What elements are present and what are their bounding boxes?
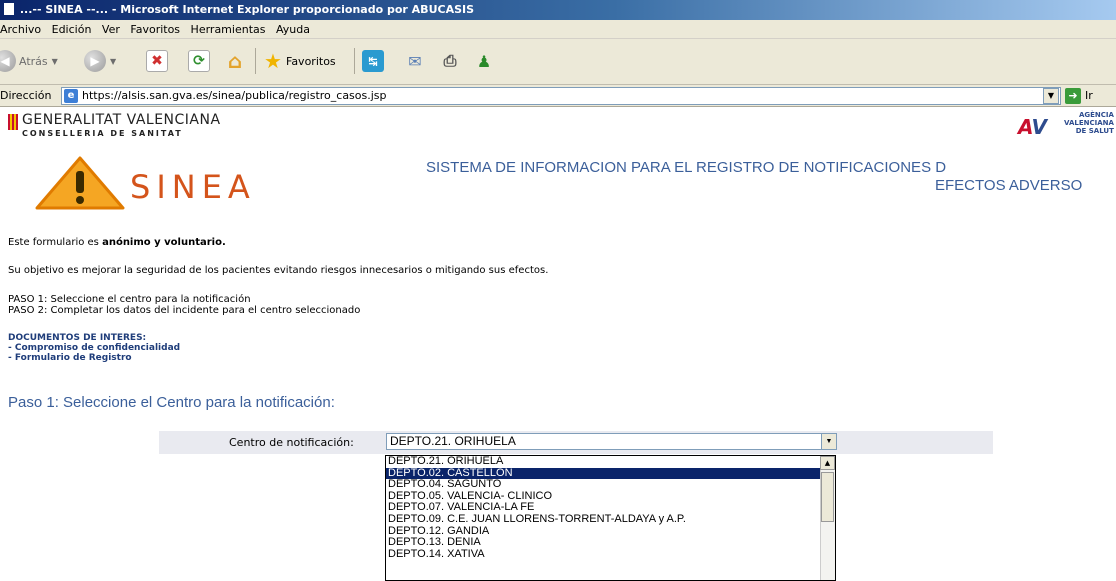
- scrollbar-thumb[interactable]: [821, 472, 834, 522]
- link-formulario-registro[interactable]: - Formulario de Registro: [8, 353, 132, 363]
- stop-button[interactable]: ✖: [146, 48, 168, 74]
- avs-line1: AGÈNCIA: [1078, 111, 1114, 119]
- mail-icon: ✉: [408, 51, 422, 71]
- forward-dropdown-icon[interactable]: ▼: [110, 57, 116, 66]
- avs-text: AGÈNCIA VALENCIANA DE SALUT: [1064, 111, 1114, 135]
- back-dropdown-icon[interactable]: ▼: [52, 57, 58, 66]
- avs-line3: DE SALUT: [1075, 127, 1114, 135]
- go-arrow-icon[interactable]: ➜: [1065, 88, 1081, 104]
- centro-select[interactable]: DEPTO.21. ORIHUELA ▼: [386, 433, 837, 450]
- back-label: Atrás: [19, 54, 48, 68]
- messenger-button[interactable]: ♟: [473, 48, 495, 74]
- messenger-icon: ♟: [476, 51, 492, 71]
- back-arrow-icon: ◀: [0, 50, 16, 72]
- forward-arrow-icon: ▶: [84, 50, 106, 72]
- address-url: https://alsis.san.gva.es/sinea/publica/r…: [82, 89, 387, 102]
- system-title-line1: SISTEMA DE INFORMACION PARA EL REGISTRO …: [426, 159, 947, 176]
- home-icon: ⌂: [227, 49, 243, 73]
- back-button[interactable]: ◀ Atrás ▼: [0, 48, 58, 74]
- home-button[interactable]: ⌂: [224, 48, 246, 74]
- mail-button[interactable]: ✉: [404, 48, 426, 74]
- centro-dropdown-list: DEPTO.21. ORIHUELA DEPTO.02. CASTELLON D…: [385, 455, 836, 581]
- address-bar: Dirección e https://alsis.san.gva.es/sin…: [0, 85, 1116, 107]
- window-title-bar: ...-- SINEA --... - Microsoft Internet E…: [0, 0, 1116, 20]
- page-content: GENERALITAT VALENCIANA CONSELLERIA DE SA…: [0, 107, 1116, 581]
- step1-text: PASO 1: Seleccione el centro para la not…: [8, 294, 251, 305]
- page-icon: e: [64, 89, 78, 103]
- centro-label: Centro de notificación:: [229, 436, 354, 449]
- favorites-button[interactable]: ★ Favoritos: [262, 48, 336, 74]
- menu-archivo[interactable]: Archivo: [0, 20, 48, 38]
- menu-edicion[interactable]: Edición: [52, 20, 99, 38]
- ie-app-icon: [4, 3, 14, 15]
- browser-toolbar: ◀ Atrás ▼ ▶ ▼ ✖ ⟳ ⌂ ★ Favoritos ↹ ✉ ⎙ ♟: [0, 39, 1116, 85]
- centro-option[interactable]: DEPTO.13. DENIA: [386, 537, 835, 549]
- favorites-label: Favoritos: [286, 54, 336, 68]
- print-icon: ⎙: [443, 51, 457, 70]
- menu-herramientas[interactable]: Herramientas: [191, 20, 273, 38]
- address-label: Dirección: [0, 89, 52, 102]
- toolbar-separator: [255, 48, 256, 74]
- generalitat-name: GENERALITAT VALENCIANA: [22, 112, 221, 128]
- history-icon: ↹: [362, 50, 384, 72]
- forward-button[interactable]: ▶ ▼: [84, 48, 116, 74]
- intro-text: Este formulario es anónimo y voluntario.: [8, 237, 226, 248]
- stop-icon: ✖: [146, 50, 168, 72]
- step2-text: PASO 2: Completar los datos del incident…: [8, 305, 361, 316]
- sinea-logo-text: SINEA: [130, 168, 256, 206]
- agencia-valenciana-salud-logo: AV AGÈNCIA VALENCIANA DE SALUT: [1018, 111, 1116, 141]
- menu-bar: Archivo Edición Ver Favoritos Herramient…: [0, 20, 1116, 39]
- objective-text: Su objetivo es mejorar la seguridad de l…: [8, 265, 549, 276]
- star-icon: ★: [264, 49, 282, 73]
- system-title-line2: EFECTOS ADVERSO: [935, 177, 1083, 194]
- intro-bold: anónimo y voluntario.: [102, 237, 226, 248]
- chevron-down-icon[interactable]: ▼: [821, 434, 836, 449]
- toolbar-separator: [354, 48, 355, 74]
- documents-title: DOCUMENTOS DE INTERES:: [8, 333, 147, 343]
- avs-line2: VALENCIANA: [1064, 119, 1114, 127]
- refresh-button[interactable]: ⟳: [188, 48, 210, 74]
- history-button[interactable]: ↹: [362, 48, 384, 74]
- centro-row: Centro de notificación: DEPTO.21. ORIHUE…: [159, 431, 993, 454]
- address-dropdown-icon[interactable]: ▼: [1043, 88, 1059, 104]
- warning-triangle-icon: [35, 156, 125, 210]
- centro-option[interactable]: DEPTO.21. ORIHUELA: [386, 456, 835, 468]
- avs-mark-icon: AV: [1018, 115, 1047, 139]
- window-title: ...-- SINEA --... - Microsoft Internet E…: [19, 3, 475, 16]
- menu-ver[interactable]: Ver: [102, 20, 127, 38]
- conselleria-name: CONSELLERIA DE SANITAT: [22, 129, 183, 138]
- print-button[interactable]: ⎙: [439, 48, 461, 74]
- link-compromiso-confidencialidad[interactable]: - Compromiso de confidencialidad: [8, 343, 180, 353]
- menu-favoritos[interactable]: Favoritos: [130, 20, 187, 38]
- centro-option[interactable]: DEPTO.09. C.E. JUAN LLORENS-TORRENT-ALDA…: [386, 513, 835, 526]
- address-field[interactable]: e https://alsis.san.gva.es/sinea/publica…: [61, 87, 1061, 105]
- paso1-heading: Paso 1: Seleccione el Centro para la not…: [8, 394, 335, 411]
- go-label[interactable]: Ir: [1085, 89, 1093, 102]
- scroll-up-icon[interactable]: ▲: [820, 456, 835, 470]
- dropdown-scrollbar[interactable]: ▲: [820, 456, 835, 580]
- refresh-icon: ⟳: [188, 50, 210, 72]
- menu-ayuda[interactable]: Ayuda: [276, 20, 317, 38]
- intro-prefix: Este formulario es: [8, 237, 103, 248]
- generalitat-crest-icon: [8, 114, 18, 130]
- centro-selected-value: DEPTO.21. ORIHUELA: [390, 434, 516, 448]
- centro-option[interactable]: DEPTO.14. XATIVA: [386, 548, 835, 561]
